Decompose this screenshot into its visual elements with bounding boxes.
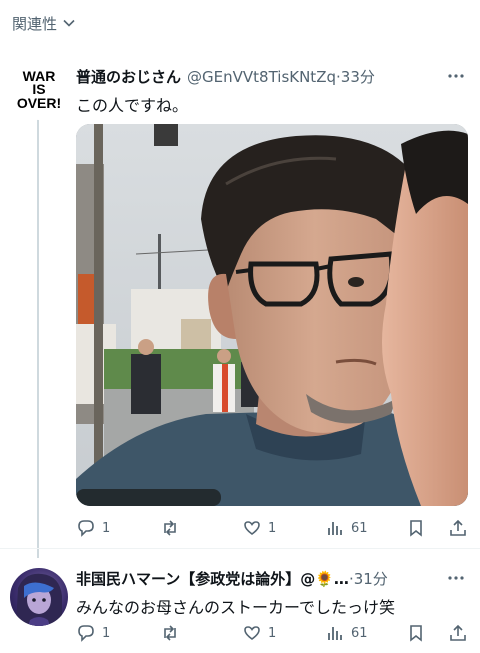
timestamp[interactable]: 33分 <box>341 66 375 87</box>
user-handle[interactable]: @GEnVVt8TisKNtZq <box>187 68 336 86</box>
avatar[interactable] <box>10 568 68 626</box>
views-icon <box>328 627 342 640</box>
retweet-icon <box>164 520 176 536</box>
avatar[interactable]: WAR IS OVER! <box>10 62 68 120</box>
reply-icon <box>78 520 94 537</box>
tweet[interactable]: 非国民ハマーン【参政党は論外】@🌻… · 31分 みんなのお母さんのストーカーで… <box>0 556 480 653</box>
reply-count: 1 <box>102 520 111 536</box>
views-button[interactable]: 61 <box>325 622 368 644</box>
avatar-logo: WAR IS OVER! <box>17 68 61 111</box>
views-button[interactable]: 61 <box>325 517 368 539</box>
display-name[interactable]: 普通のおじさん <box>76 66 181 87</box>
chevron-down-icon <box>63 19 75 27</box>
display-name[interactable]: 非国民ハマーン【参政党は論外】@🌻… <box>76 568 349 589</box>
more-options-icon[interactable] <box>446 66 466 86</box>
bookmark-button[interactable] <box>406 622 426 644</box>
tweet-actions: 1 1 61 <box>76 517 468 539</box>
tweet-header: 普通のおじさん @GEnVVt8TisKNtZq · 33分 <box>76 66 375 87</box>
tweet[interactable]: WAR IS OVER! 普通のおじさん @GEnVVt8TisKNtZq · … <box>0 56 480 548</box>
like-count: 1 <box>268 625 277 641</box>
tweet-actions: 1 1 61 <box>76 622 468 644</box>
views-count: 61 <box>351 625 368 641</box>
tweet-text: みんなのお母さんのストーカーでしたっけ笑 <box>76 598 396 617</box>
views-icon <box>328 522 342 535</box>
heart-icon <box>244 626 260 640</box>
like-button[interactable]: 1 <box>242 622 276 644</box>
sort-selector[interactable]: 関連性 <box>0 0 480 46</box>
tweet-text: この人ですね。 <box>76 96 189 115</box>
like-count: 1 <box>268 520 277 536</box>
bookmark-icon <box>410 520 422 537</box>
tweet-header: 非国民ハマーン【参政党は論外】@🌻… · 31分 <box>76 568 388 589</box>
retweet-button[interactable] <box>160 517 186 539</box>
like-button[interactable]: 1 <box>242 517 276 539</box>
more-options-icon[interactable] <box>446 568 466 588</box>
share-icon <box>450 519 466 536</box>
reply-icon <box>78 625 94 642</box>
svg-text:OVER!: OVER! <box>17 95 61 111</box>
share-button[interactable] <box>448 622 468 644</box>
share-icon <box>450 624 466 641</box>
retweet-icon <box>164 625 176 641</box>
avatar-portrait <box>16 573 62 626</box>
photo-illustration <box>76 124 468 506</box>
tweet-photo[interactable] <box>76 124 468 506</box>
retweet-button[interactable] <box>160 622 186 644</box>
views-count: 61 <box>351 520 368 536</box>
share-button[interactable] <box>448 517 468 539</box>
reply-count: 1 <box>102 625 111 641</box>
timestamp[interactable]: 31分 <box>354 568 388 589</box>
reply-button[interactable]: 1 <box>76 622 110 644</box>
heart-icon <box>244 521 260 535</box>
bookmark-icon <box>410 625 422 642</box>
reply-button[interactable]: 1 <box>76 517 110 539</box>
bookmark-button[interactable] <box>406 517 426 539</box>
divider <box>0 548 480 549</box>
sort-label: 関連性 <box>12 14 58 33</box>
